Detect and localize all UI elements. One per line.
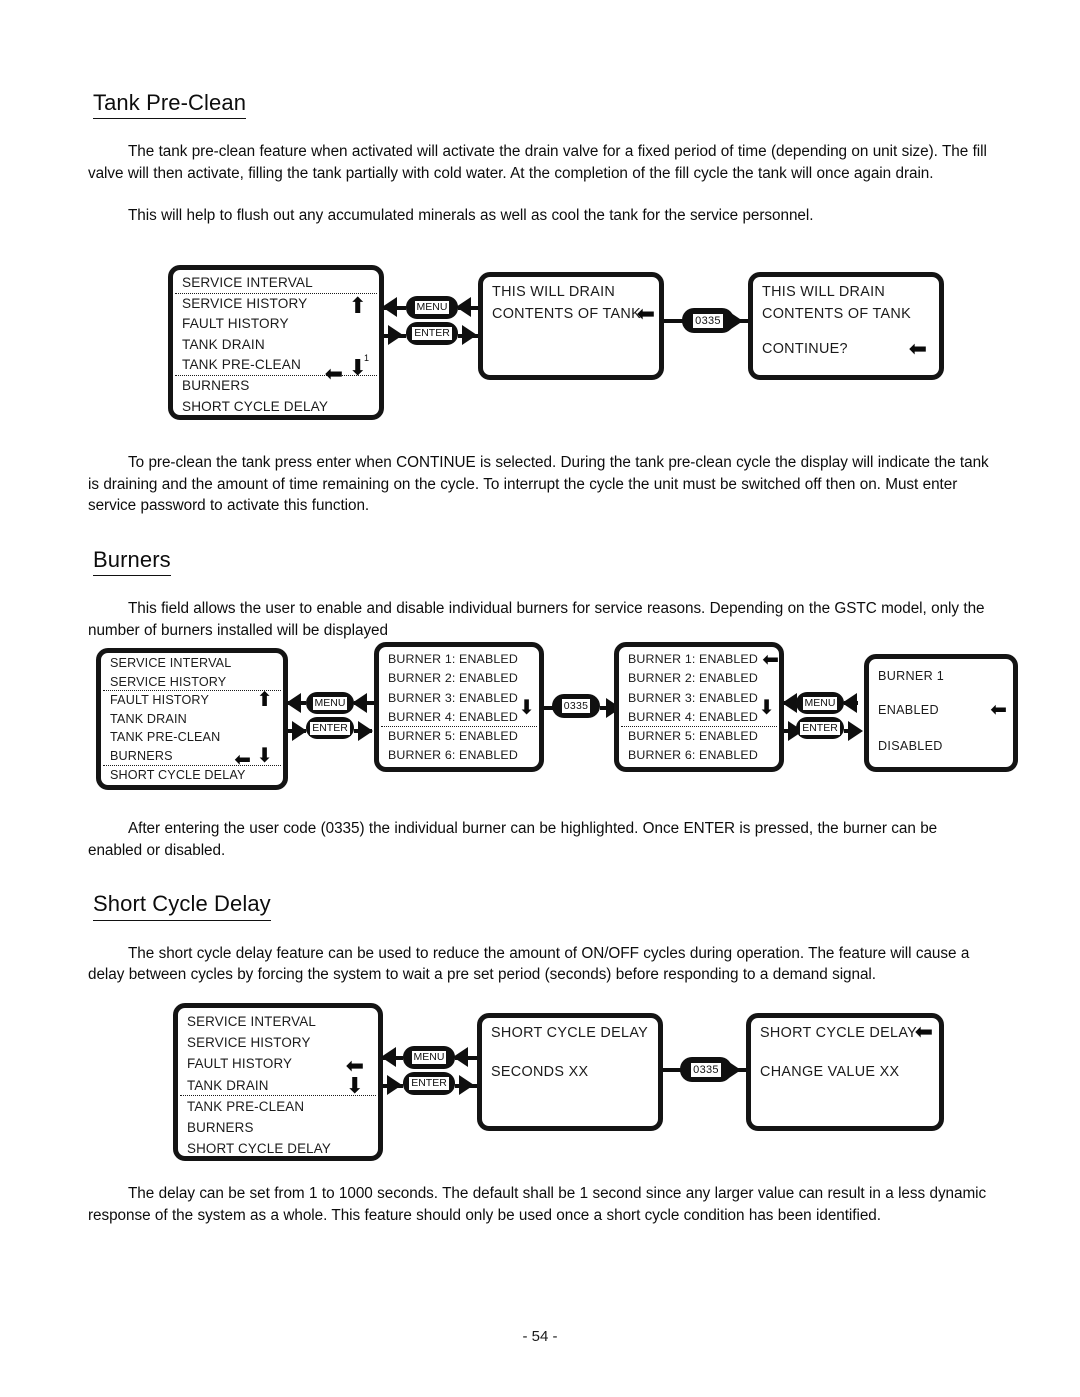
enter-button[interactable]: ENTER [403, 1072, 455, 1095]
lcd-line: SHORT CYCLE DELAY [491, 1025, 649, 1041]
enter-button-label: ENTER [408, 1076, 450, 1091]
scroll-down-arrow-icon: ⬇ [345, 1074, 364, 1099]
key-group: MENU ENTER [403, 1046, 455, 1098]
page-number: - 54 - [522, 1328, 558, 1345]
lcd-screen-scd-value: SHORT CYCLE DELAY SECONDS XX [477, 1013, 663, 1131]
user-code-badge: 0335 [680, 1057, 732, 1082]
lcd-line: CHANGE VALUE XX [760, 1064, 900, 1080]
lcd-screen-scd-change: SHORT CYCLE DELAY CHANGE VALUE XX ⬅ [746, 1013, 944, 1131]
lcd-screen-menu-3: SERVICE INTERVAL SERVICE HISTORY FAULT H… [173, 1003, 383, 1161]
menu-button[interactable]: MENU [403, 1046, 455, 1069]
arrow-head-right [459, 1075, 474, 1095]
paragraph: The delay can be set from 1 to 1000 seco… [88, 1185, 987, 1224]
lcd-line: SHORT CYCLE DELAY [760, 1025, 918, 1041]
arrow-head-left [453, 1047, 468, 1067]
selection-arrow-icon: ⬅ [914, 1020, 933, 1045]
lcd-row: SERVICE INTERVAL [187, 1014, 316, 1029]
user-code-label: 0335 [690, 1061, 722, 1078]
document-page: Tank Pre-Clean The tank pre-clean featur… [0, 0, 1080, 1397]
lcd-row: SERVICE HISTORY [187, 1035, 311, 1051]
arrow-head-right [387, 1075, 402, 1095]
arrow-head-left [381, 1047, 396, 1067]
lcd-row: BURNERS [187, 1119, 254, 1135]
section-short-cycle-delay-trailing: The delay can be set from 1 to 1000 seco… [88, 1183, 994, 1226]
menu-button-label: MENU [410, 1050, 448, 1065]
lcd-row: SHORT CYCLE DELAY [187, 1141, 331, 1157]
arrow-head-right [726, 1060, 741, 1080]
lcd-line: SECONDS XX [491, 1064, 589, 1080]
